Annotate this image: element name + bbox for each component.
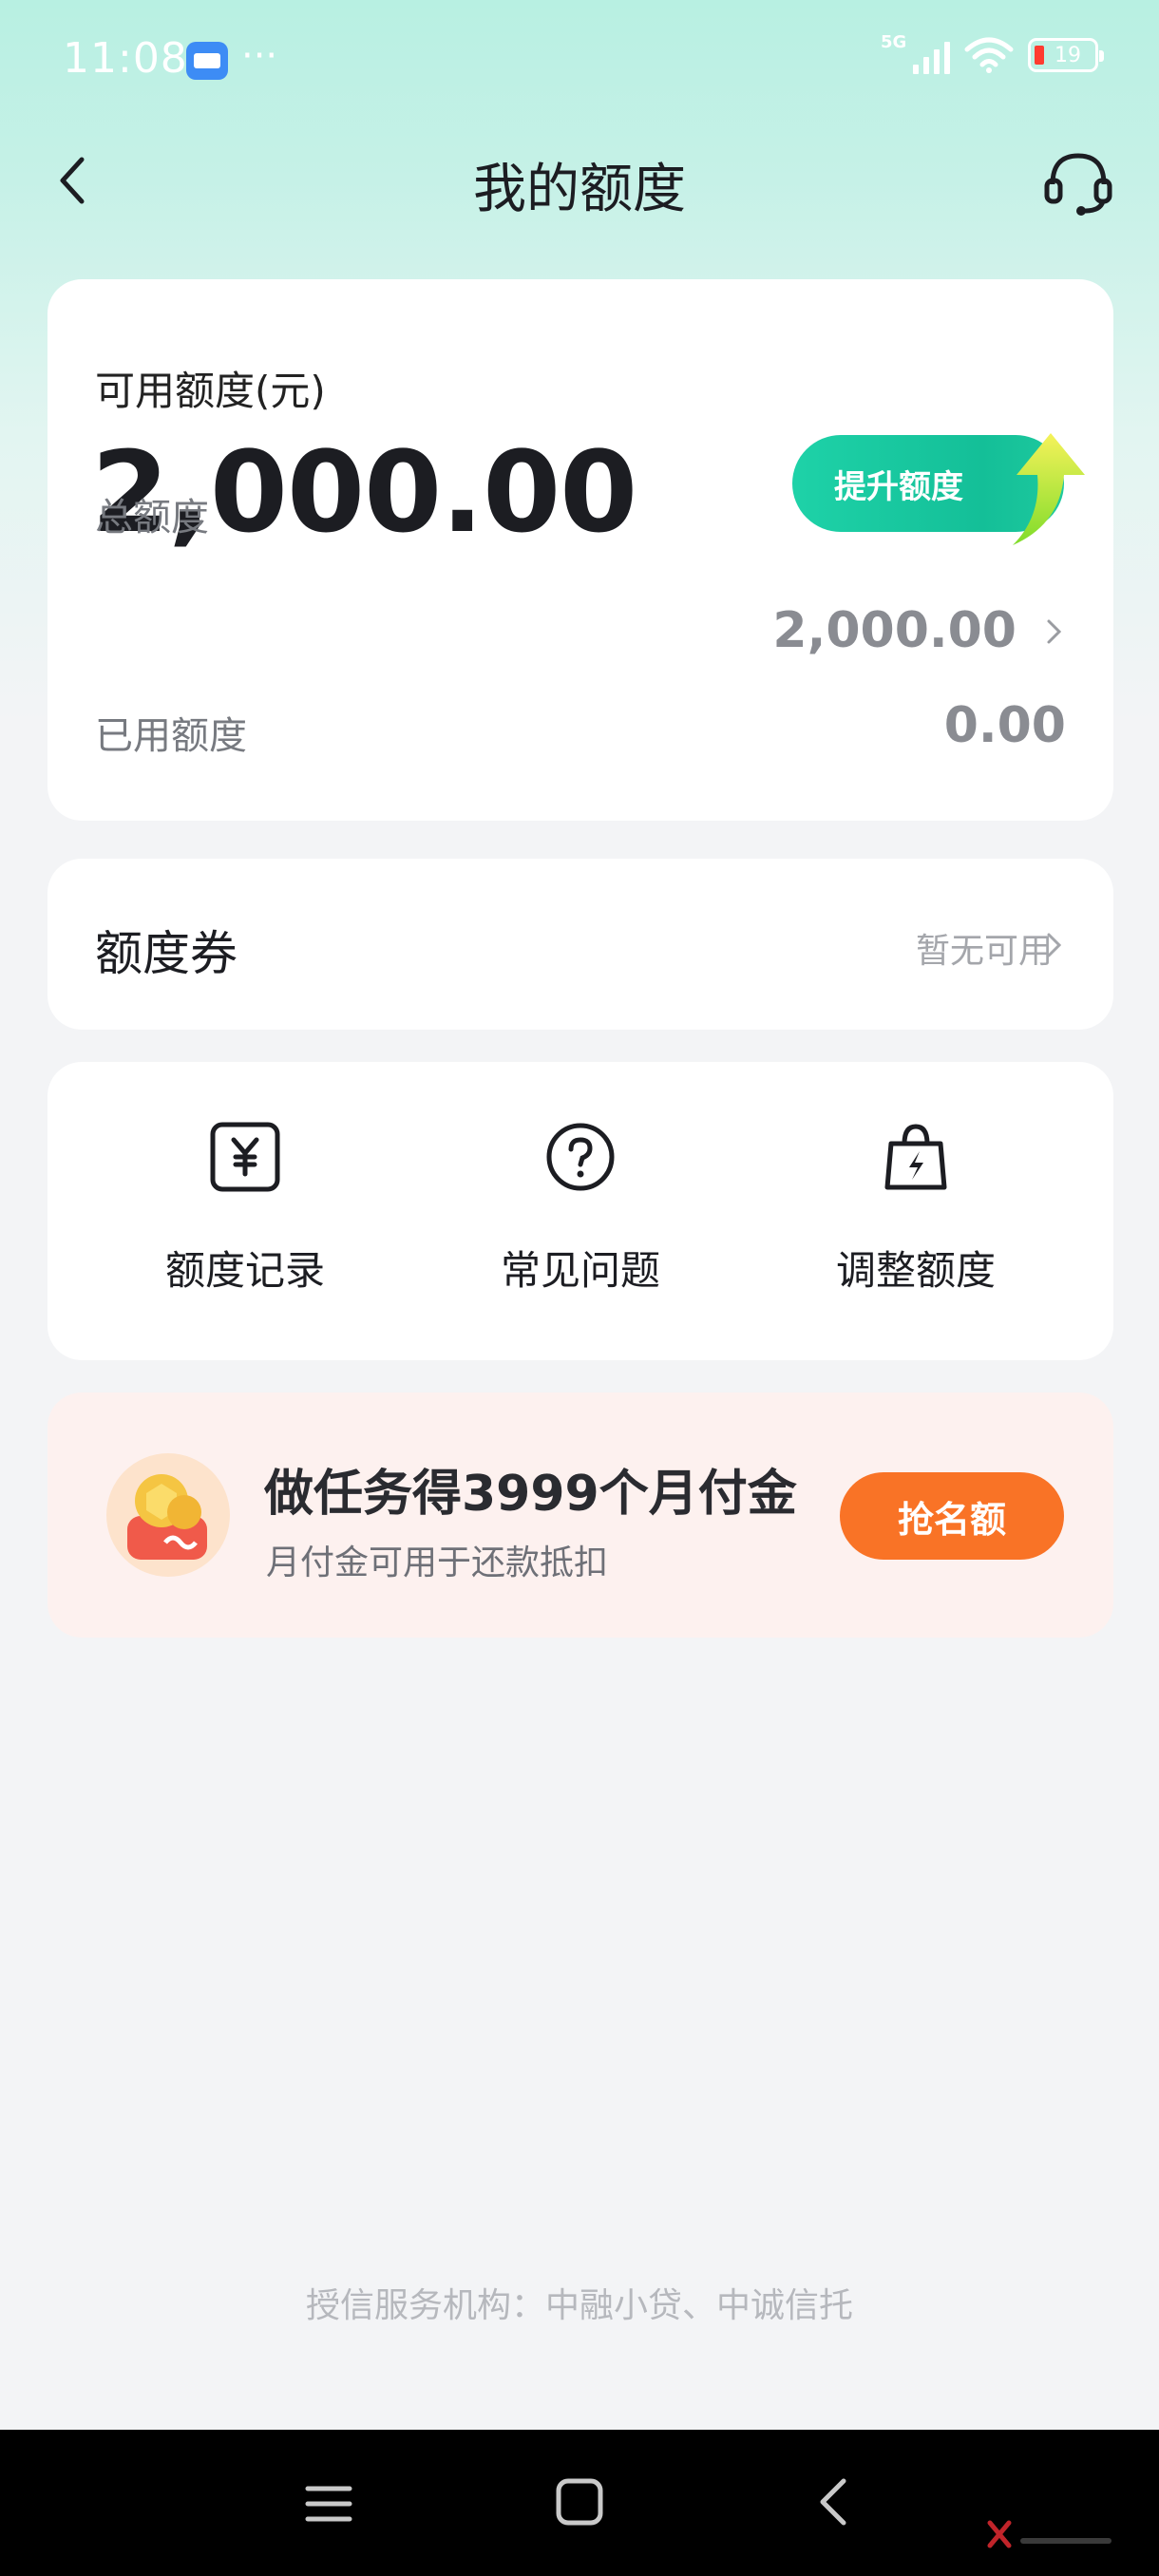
used-credit-label: 已用额度 [95, 714, 247, 758]
credit-coupon-row[interactable]: 额度券 暂无可用 [48, 859, 1113, 1030]
status-time: 11:08 [63, 34, 188, 83]
chevron-right-icon[interactable] [1039, 617, 1068, 646]
promo-subtitle: 月付金可用于还款抵扣 [266, 1544, 609, 1582]
page-title: 我的额度 [473, 159, 686, 220]
battery-level: 19 [1054, 43, 1081, 67]
home-square-icon[interactable] [553, 2475, 606, 2529]
grab-spot-button[interactable]: 抢名额 [840, 1472, 1064, 1560]
question-icon [546, 1123, 615, 1191]
menu-label: 调整额度 [835, 1247, 996, 1294]
menu-item-credit-record[interactable]: 额度记录 [103, 1119, 388, 1309]
system-navigation-bar [0, 2430, 1159, 2576]
wallet-app-icon [186, 42, 228, 80]
page-header: 我的额度 [0, 123, 1159, 237]
promo-banner[interactable]: 做任务得3999个月付金 月付金可用于还款抵扣 抢名额 [48, 1392, 1113, 1638]
coupon-status: 暂无可用 [915, 932, 1053, 971]
menu-label: 额度记录 [164, 1247, 325, 1294]
raise-credit-label: 提升额度 [834, 467, 963, 506]
bolt-bag-icon [884, 1124, 947, 1190]
yuan-record-icon [210, 1122, 280, 1192]
menu-label: 常见问题 [500, 1247, 660, 1294]
coin-wallet-icon [106, 1453, 230, 1577]
battery-icon: 19 [1028, 38, 1104, 72]
up-arrow-icon [1013, 433, 1085, 545]
available-credit-label: 可用额度(元) [95, 368, 326, 414]
menu-item-faq[interactable]: 常见问题 [438, 1119, 723, 1309]
chevron-right-icon [1047, 933, 1062, 957]
wifi-icon [964, 37, 1014, 73]
used-credit-value: 0.00 [943, 697, 1066, 754]
headset-support-icon[interactable] [1036, 142, 1121, 218]
promo-title: 做任务得3999个月付金 [264, 1466, 797, 1523]
menu-lines-icon[interactable] [302, 2477, 355, 2530]
back-triangle-icon[interactable] [809, 2473, 857, 2530]
signal-icon: 5G [881, 32, 950, 74]
shortcut-menu-card: 额度记录 常见问题 调整额度 [48, 1062, 1113, 1360]
status-more-dots: ··· [241, 34, 278, 78]
status-bar: 11:08 ··· 5G 19 [0, 0, 1159, 123]
network-type-label: 5G [881, 32, 907, 52]
menu-item-adjust-credit[interactable]: 调整额度 [773, 1119, 1058, 1309]
watermark-logo [987, 2520, 1112, 2548]
total-credit-label: 总额度 [95, 496, 209, 540]
credit-summary-card: 可用额度(元) 2,000.00 提升额度 总额度 2,000.00 已用额度 … [48, 279, 1113, 821]
credit-institution-note: 授信服务机构：中融小贷、中诚信托 [305, 2286, 853, 2325]
coupon-title: 额度券 [95, 926, 238, 981]
total-credit-value[interactable]: 2,000.00 [772, 602, 1016, 659]
